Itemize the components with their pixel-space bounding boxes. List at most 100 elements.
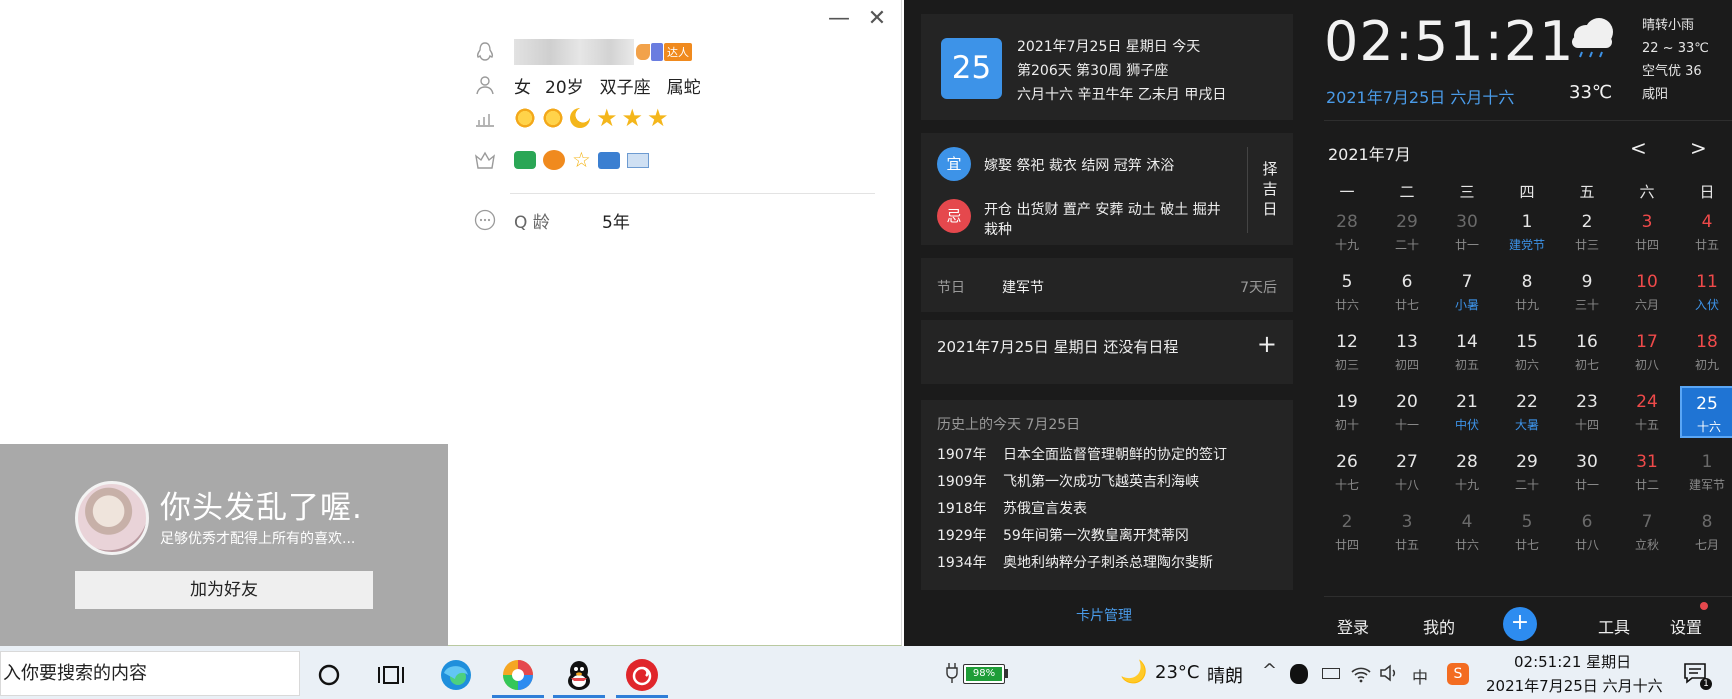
taskbar-weather-desc[interactable]: 晴朗 <box>1207 662 1243 688</box>
calendar-day[interactable]: 16 初七 <box>1557 326 1617 378</box>
chevron-up-icon[interactable]: ^ <box>1262 660 1277 681</box>
calendar-day[interactable]: 22 大暑 <box>1497 386 1557 438</box>
month-title[interactable]: 2021年7月 <box>1328 141 1411 165</box>
festival-card[interactable]: 节日 建军节 7天后 <box>921 258 1293 312</box>
card-manage-link[interactable]: 卡片管理 <box>1076 605 1132 625</box>
add-event-button[interactable]: + <box>1503 607 1537 641</box>
lunar-label: 廿四 <box>1334 538 1359 552</box>
netease-music-icon[interactable] <box>624 657 660 693</box>
history-item[interactable]: 1929年 59年间第一次教皇离开梵蒂冈 <box>937 523 1227 550</box>
add-schedule-button[interactable]: + <box>1257 330 1277 358</box>
calendar-day[interactable]: 11 入伏 <box>1677 266 1732 318</box>
tools-button[interactable]: 工具 <box>1598 614 1630 638</box>
calendar-day[interactable]: 28 十九 <box>1317 206 1377 258</box>
level-badges[interactable]: ★ ★ ★ <box>514 104 669 132</box>
calendar-day[interactable]: 10 六月 <box>1617 266 1677 318</box>
day-number: 3 <box>1641 212 1653 232</box>
day-number: 16 <box>1576 332 1598 352</box>
history-item[interactable]: 1909年 飞机第一次成功飞越英吉利海峡 <box>937 469 1227 496</box>
zejiri-button[interactable]: 择 吉 日 <box>1255 159 1285 219</box>
calendar-day[interactable]: 1 建党节 <box>1497 206 1557 258</box>
calendar-day[interactable]: 26 十七 <box>1317 446 1377 498</box>
settings-button[interactable]: 设置 <box>1670 614 1702 638</box>
volume-icon[interactable] <box>1378 662 1400 684</box>
calendar-day[interactable]: 17 初八 <box>1617 326 1677 378</box>
calendar-day[interactable]: 6 廿七 <box>1377 266 1437 318</box>
ime-indicator[interactable]: 中 <box>1412 664 1428 688</box>
taskbar-weather-temp[interactable]: 23°C <box>1155 662 1199 683</box>
calendar-day[interactable]: 9 三十 <box>1557 266 1617 318</box>
calendar-day[interactable]: 7 小暑 <box>1437 266 1497 318</box>
next-month-button[interactable]: > <box>1690 136 1707 160</box>
service-icons[interactable]: ☆ <box>514 148 649 172</box>
calendar-day[interactable]: 2 廿三 <box>1557 206 1617 258</box>
mail-icon <box>626 152 649 168</box>
weekday-label: 五 <box>1579 183 1595 201</box>
calendar-day[interactable]: 6 廿八 <box>1557 506 1617 558</box>
avatar[interactable] <box>75 481 149 555</box>
calendar-day[interactable]: 19 初十 <box>1317 386 1377 438</box>
calendar-day[interactable]: 3 廿四 <box>1617 206 1677 258</box>
calendar-day[interactable]: 5 廿七 <box>1497 506 1557 558</box>
calendar-day[interactable]: 14 初五 <box>1437 326 1497 378</box>
login-button[interactable]: 登录 <box>1337 614 1369 638</box>
calendar-day[interactable]: 3 廿五 <box>1377 506 1437 558</box>
day-number: 17 <box>1636 332 1658 352</box>
wifi-icon[interactable] <box>1350 662 1372 684</box>
calendar-day[interactable]: 4 廿五 <box>1677 206 1732 258</box>
mine-button[interactable]: 我的 <box>1423 614 1455 638</box>
calendar-day[interactable]: 2 廿四 <box>1317 506 1377 558</box>
task-view-button[interactable] <box>376 661 406 689</box>
calendar-day[interactable]: 31 廿二 <box>1617 446 1677 498</box>
history-item[interactable]: 1918年 苏俄宣言发表 <box>937 496 1227 523</box>
clock-date[interactable]: 2021年7月25日 六月十六 <box>1326 84 1514 108</box>
add-friend-button[interactable]: 加为好友 <box>75 571 373 609</box>
calendar-day[interactable]: 29 二十 <box>1377 206 1437 258</box>
qq-tray-icon[interactable] <box>1290 664 1308 684</box>
minimize-button[interactable]: — <box>822 4 856 34</box>
taskbar-clock-time[interactable]: 02:51:21 星期日 <box>1514 651 1631 672</box>
lunar-label: 立秋 <box>1634 538 1659 552</box>
calendar-day[interactable]: 27 十八 <box>1377 446 1437 498</box>
qq-taskbar-icon[interactable] <box>561 657 597 693</box>
daren-badge[interactable]: 达人 <box>636 43 692 61</box>
weekday-label: 三 <box>1459 183 1475 201</box>
calendar-day[interactable]: 28 十九 <box>1437 446 1497 498</box>
calendar-day[interactable]: 20 十一 <box>1377 386 1437 438</box>
calendar-day[interactable]: 8 七月 <box>1677 506 1732 558</box>
weather-info[interactable]: 晴转小雨 22 ~ 33℃ 空气优 36 咸阳 <box>1642 14 1709 106</box>
calendar-day[interactable]: 5 廿六 <box>1317 266 1377 318</box>
calendar-day[interactable]: 29 二十 <box>1497 446 1557 498</box>
calendar-day[interactable]: 4 廿六 <box>1437 506 1497 558</box>
sogou-icon[interactable]: S <box>1447 663 1469 685</box>
calendar-day[interactable]: 13 初四 <box>1377 326 1437 378</box>
lunar-label: 十四 <box>1574 418 1599 432</box>
calendar-day[interactable]: 18 初九 <box>1677 326 1732 378</box>
cortana-button[interactable] <box>314 660 344 690</box>
calendar-day[interactable]: 8 廿九 <box>1497 266 1557 318</box>
calendar-day[interactable]: 1 建军节 <box>1677 446 1732 498</box>
calendar-day[interactable]: 12 初三 <box>1317 326 1377 378</box>
history-item[interactable]: 1934年 奥地利纳粹分子刺杀总理陶尔斐斯 <box>937 550 1227 577</box>
day-number: 2 <box>1581 212 1593 232</box>
calendar-day[interactable]: 24 十五 <box>1617 386 1677 438</box>
history-item[interactable]: 1907年 日本全面监督管理朝鲜的协定的签订 <box>937 442 1227 469</box>
battery-indicator[interactable]: 98% <box>963 664 1005 684</box>
calendar-day-today[interactable]: 25 十六 <box>1680 386 1732 438</box>
day-number: 14 <box>1456 332 1478 352</box>
lunar-label: 十九 <box>1334 238 1359 252</box>
prev-month-button[interactable]: < <box>1630 136 1647 160</box>
battery-tray-icon[interactable] <box>1322 668 1340 679</box>
calendar-day[interactable]: 23 十四 <box>1557 386 1617 438</box>
calendar-day[interactable]: 15 初六 <box>1497 326 1557 378</box>
app-pinwheel-icon[interactable] <box>500 657 536 693</box>
calendar-day[interactable]: 30 廿一 <box>1437 206 1497 258</box>
calendar-day[interactable]: 7 立秋 <box>1617 506 1677 558</box>
close-button[interactable]: ✕ <box>860 4 894 34</box>
calendar-day[interactable]: 21 中伏 <box>1437 386 1497 438</box>
taskbar-search-input[interactable]: 入你要搜索的内容 <box>0 651 300 696</box>
edge-icon[interactable] <box>438 657 474 693</box>
taskbar-clock-date[interactable]: 2021年7月25日 六月十六 <box>1486 675 1663 696</box>
game-icon <box>514 151 536 169</box>
calendar-day[interactable]: 30 廿一 <box>1557 446 1617 498</box>
